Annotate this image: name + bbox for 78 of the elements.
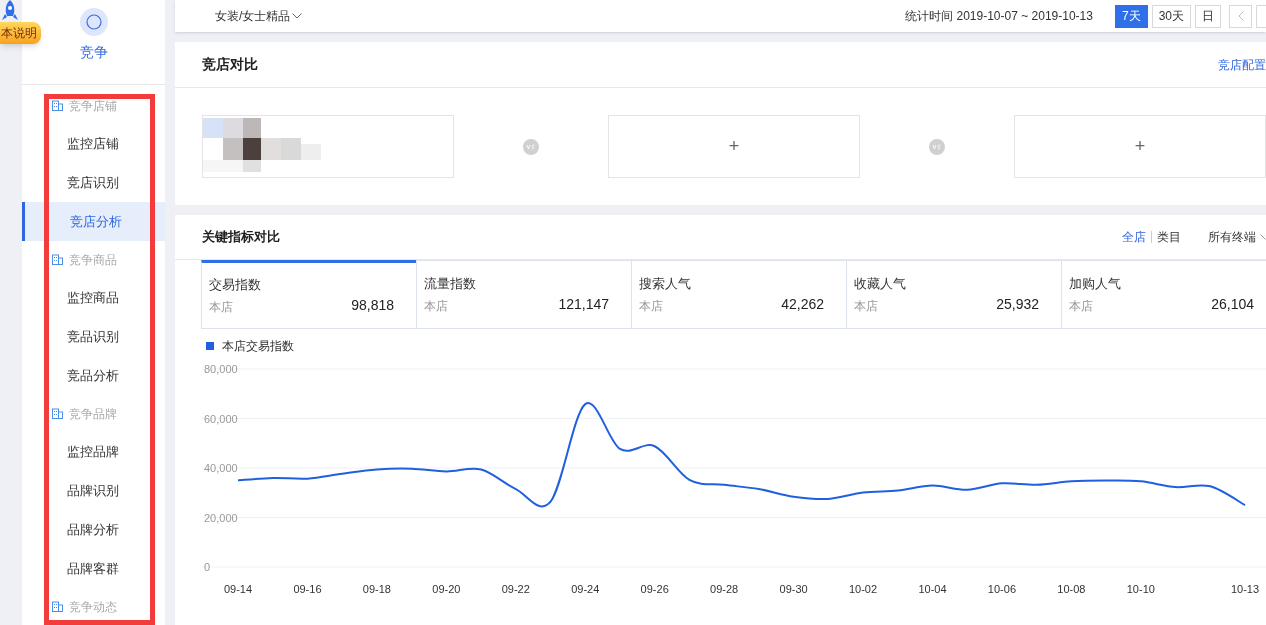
axis-label: 10-10	[1126, 583, 1155, 595]
scope-link[interactable]: 类目	[1157, 228, 1181, 246]
sidebar-item[interactable]: 监控品牌	[22, 432, 165, 471]
sidebar-item[interactable]: 竞品识别	[22, 317, 165, 356]
axis-label: 09-24	[571, 583, 600, 595]
group-label: 竞争品牌	[69, 405, 117, 423]
axis-label: 09-26	[640, 583, 669, 595]
legend-label: 本店交易指数	[222, 339, 294, 353]
axis-label: 60,000	[204, 412, 238, 425]
metric-label: 收藏人气	[854, 275, 907, 294]
metric-tab[interactable]: 收藏人气 本店 25,932	[846, 260, 1062, 329]
metric-value: 26,104	[1211, 294, 1254, 314]
sidebar-item[interactable]: 品牌客群	[22, 549, 165, 588]
sidebar-item[interactable]: 监控店铺	[22, 124, 165, 163]
group-label: 竞争店铺	[69, 97, 117, 115]
category-dropdown[interactable]: 女装/女士精品	[215, 7, 303, 25]
sidebar-item[interactable]: 品牌识别	[22, 471, 165, 510]
section-title: 竞争	[79, 43, 108, 62]
card-title: 竞店对比	[202, 55, 258, 74]
metric-label: 搜索人气	[639, 275, 692, 294]
sidebar-item[interactable]: 竞店分析	[22, 202, 165, 241]
metric-sub: 本店	[854, 297, 878, 315]
sidebar-item[interactable]: 竞品分析	[22, 356, 165, 395]
axis-label: 09-30	[779, 583, 808, 595]
period-label: 统计时间 2019-10-07 ~ 2019-10-13	[905, 8, 1093, 25]
add-store-button[interactable]: +	[608, 115, 860, 178]
axis-label: 09-18	[362, 583, 391, 595]
metric-tab[interactable]: 搜索人气 本店 42,262	[631, 260, 847, 329]
axis-label: 09-16	[293, 583, 322, 595]
axis-label: 10-06	[987, 583, 1016, 595]
sidebar-item[interactable]: 品牌分析	[22, 510, 165, 549]
card-title: 关键指标对比	[202, 228, 280, 247]
metric-value: 98,818	[351, 295, 394, 315]
axis-label: 09-22	[501, 583, 530, 595]
axis-label: 10-02	[848, 583, 878, 595]
range-button[interactable]: 日	[1195, 4, 1221, 28]
sidebar-item[interactable]: 监控商品	[22, 278, 165, 317]
axis-label: 10-04	[918, 583, 947, 595]
metric-tab[interactable]: 交易指数 本店 98,818	[201, 260, 417, 329]
scope-link[interactable]: 全店	[1122, 228, 1146, 246]
axis-label: 40,000	[204, 462, 238, 474]
building-icon	[52, 601, 63, 612]
metric-label: 加购人气	[1069, 275, 1122, 294]
metric-tab[interactable]: 加购人气 本店 26,104	[1061, 260, 1266, 329]
range-button[interactable]: 7天	[1114, 4, 1148, 28]
metric-tab[interactable]: 流量指数 本店 121,147	[416, 260, 632, 329]
help-badge[interactable]: 本说明	[0, 22, 41, 44]
metric-sub: 本店	[1069, 297, 1093, 315]
legend-swatch	[206, 342, 214, 350]
rocket-icon[interactable]	[2, 0, 18, 22]
building-icon	[52, 100, 63, 111]
config-link[interactable]: 竞店配置	[1218, 55, 1266, 74]
axis-label: 80,000	[204, 363, 238, 375]
metric-value: 42,262	[781, 294, 824, 314]
range-button[interactable]: 30天	[1151, 4, 1191, 28]
metric-value: 121,147	[558, 294, 609, 314]
chevron-left-icon	[1237, 11, 1244, 21]
metric-label: 交易指数	[209, 276, 262, 295]
metric-sub: 本店	[639, 297, 663, 315]
group-label: 竞争商品	[69, 251, 117, 269]
metric-sub: 本店	[424, 297, 448, 315]
add-store-button[interactable]: +	[1014, 115, 1266, 178]
metric-value: 25,932	[996, 294, 1039, 314]
axis-label: 0	[204, 561, 211, 573]
axis-label: 09-20	[432, 583, 461, 595]
axis-label: 10-13	[1230, 583, 1260, 595]
axis-label: 09-14	[223, 583, 253, 595]
building-icon	[52, 254, 63, 265]
metric-label: 流量指数	[424, 275, 477, 294]
axis-label: 09-28	[710, 583, 739, 595]
building-icon	[52, 408, 63, 419]
terminal-dropdown[interactable]: 所有终端	[1208, 228, 1266, 246]
axis-label: 10-08	[1057, 583, 1086, 595]
store-slot[interactable]	[202, 115, 454, 178]
group-label: 竞争动态	[69, 598, 117, 616]
metric-sub: 本店	[209, 298, 233, 316]
sidebar-item[interactable]: 竞店识别	[22, 163, 165, 202]
axis-label: 20,000	[204, 511, 238, 524]
